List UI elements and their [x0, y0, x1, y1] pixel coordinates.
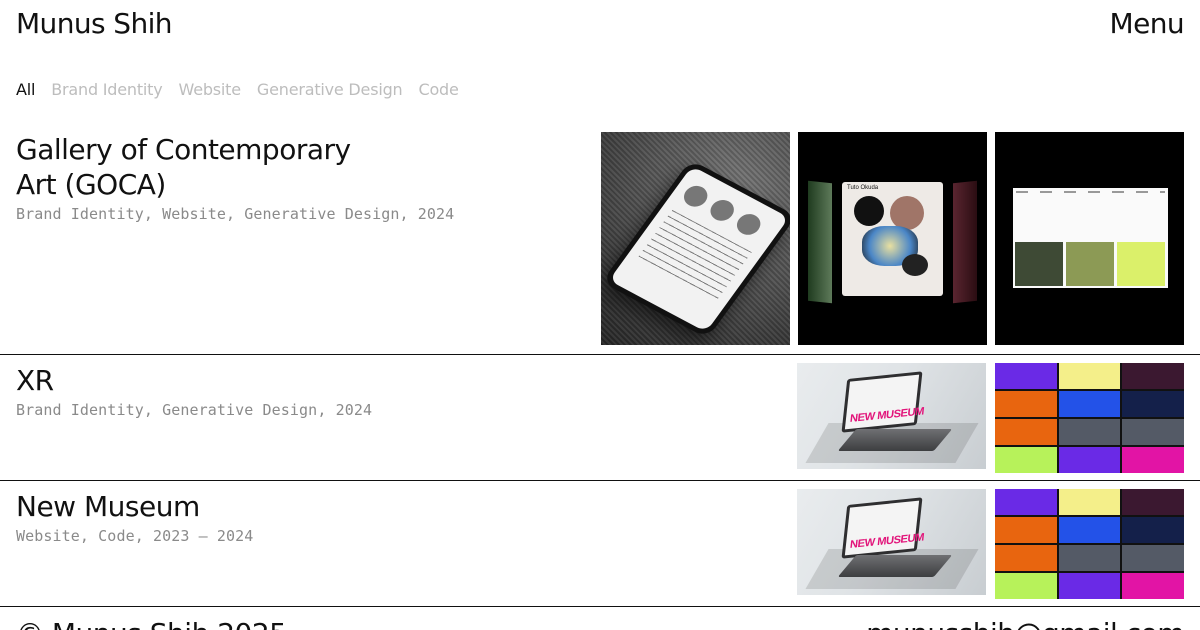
grid-tile [1058, 363, 1121, 389]
grid-tile [995, 517, 1057, 543]
grid-tile [1058, 447, 1121, 473]
grid-tile [995, 545, 1057, 571]
laptop-screen-text: NEW MUSEUM [849, 405, 925, 426]
screen-circle [679, 182, 712, 211]
side-card-left [808, 180, 832, 304]
grid-tile [1122, 517, 1184, 543]
filter-website[interactable]: Website [179, 80, 242, 99]
grid-tile [1122, 545, 1184, 571]
site-header: Munus Shih Menu [0, 0, 1200, 56]
event-card [1117, 242, 1165, 286]
laptop-screen-text: NEW MUSEUM [849, 531, 925, 552]
footer-email-link[interactable]: munusshih@gmail.com [866, 617, 1184, 630]
project-meta: Website, Code, 2023 – 2024 [16, 527, 254, 545]
screen-circle [705, 196, 739, 225]
screen-text-lines [636, 209, 752, 302]
project-row-new-museum[interactable]: New Museum Website, Code, 2023 – 2024 NE… [0, 480, 1200, 607]
grid-tile [1058, 573, 1121, 599]
screen-circle [732, 210, 765, 239]
laptop-lid: NEW MUSEUM [841, 497, 924, 559]
filter-brand-identity[interactable]: Brand Identity [51, 80, 162, 99]
grid-tile [995, 363, 1057, 389]
project-thumbnail-website[interactable] [995, 132, 1184, 345]
website-mockup [1013, 188, 1168, 288]
grid-tile [1122, 447, 1184, 473]
grid-tile [995, 489, 1057, 515]
grid-tile [1058, 419, 1121, 445]
grid-tile [995, 573, 1057, 599]
grid-tile [995, 419, 1057, 445]
side-card-right [953, 180, 977, 304]
grid-tile [1058, 489, 1121, 515]
laptop-screen: NEW MUSEUM [844, 500, 924, 556]
grid-tile [1058, 545, 1121, 571]
grid-tile [1058, 391, 1121, 417]
project-title[interactable]: New Museum [16, 489, 396, 524]
project-row-goca[interactable]: Gallery of Contemporary Art (GOCA) Brand… [0, 132, 1200, 354]
grid-tile [1058, 517, 1121, 543]
filter-all[interactable]: All [16, 80, 35, 99]
event-card [1066, 242, 1114, 286]
shape-blob [902, 254, 928, 276]
grid-tile [1122, 489, 1184, 515]
grid-tile [1122, 573, 1184, 599]
grid-tile [995, 447, 1057, 473]
instagram-card-title: Tuto Okuda [847, 185, 879, 191]
project-thumbnail-phone[interactable] [601, 132, 790, 345]
project-row-xr[interactable]: XR Brand Identity, Generative Design, 20… [0, 354, 1200, 480]
event-card [1015, 242, 1063, 286]
menu-button[interactable]: Menu [1110, 7, 1185, 40]
laptop-base [837, 429, 953, 451]
project-thumbnail-laptop[interactable]: NEW MUSEUM [797, 363, 986, 469]
grid-tile [995, 391, 1057, 417]
project-thumbnail-grid[interactable] [995, 489, 1184, 599]
grid-tile [1122, 391, 1184, 417]
grid-tile [1122, 419, 1184, 445]
laptop-lid: NEW MUSEUM [841, 371, 924, 433]
shape-blob [890, 196, 924, 230]
instagram-post-card: Tuto Okuda [842, 182, 943, 296]
project-thumbnail-laptop[interactable]: NEW MUSEUM [797, 489, 986, 595]
project-meta: Brand Identity, Website, Generative Desi… [16, 205, 455, 223]
website-nav [1016, 191, 1165, 193]
project-meta: Brand Identity, Generative Design, 2024 [16, 401, 373, 419]
filter-generative-design[interactable]: Generative Design [257, 80, 403, 99]
site-footer: © Munus Shih 2025 munusshih@gmail.com [0, 606, 1200, 630]
footer-copyright: © Munus Shih 2025 [16, 617, 287, 630]
site-title-link[interactable]: Munus Shih [16, 7, 173, 40]
grid-tile [1122, 363, 1184, 389]
project-title[interactable]: Gallery of Contemporary Art (GOCA) [16, 132, 396, 202]
laptop-base [837, 555, 953, 577]
project-thumbnail-grid[interactable] [995, 363, 1184, 473]
laptop-screen: NEW MUSEUM [844, 374, 924, 430]
category-filters: All Brand Identity Website Generative De… [16, 80, 459, 99]
project-title[interactable]: XR [16, 363, 396, 398]
shape-blob [854, 196, 884, 226]
filter-code[interactable]: Code [418, 80, 458, 99]
project-thumbnail-instagram[interactable]: Tuto Okuda [798, 132, 987, 345]
